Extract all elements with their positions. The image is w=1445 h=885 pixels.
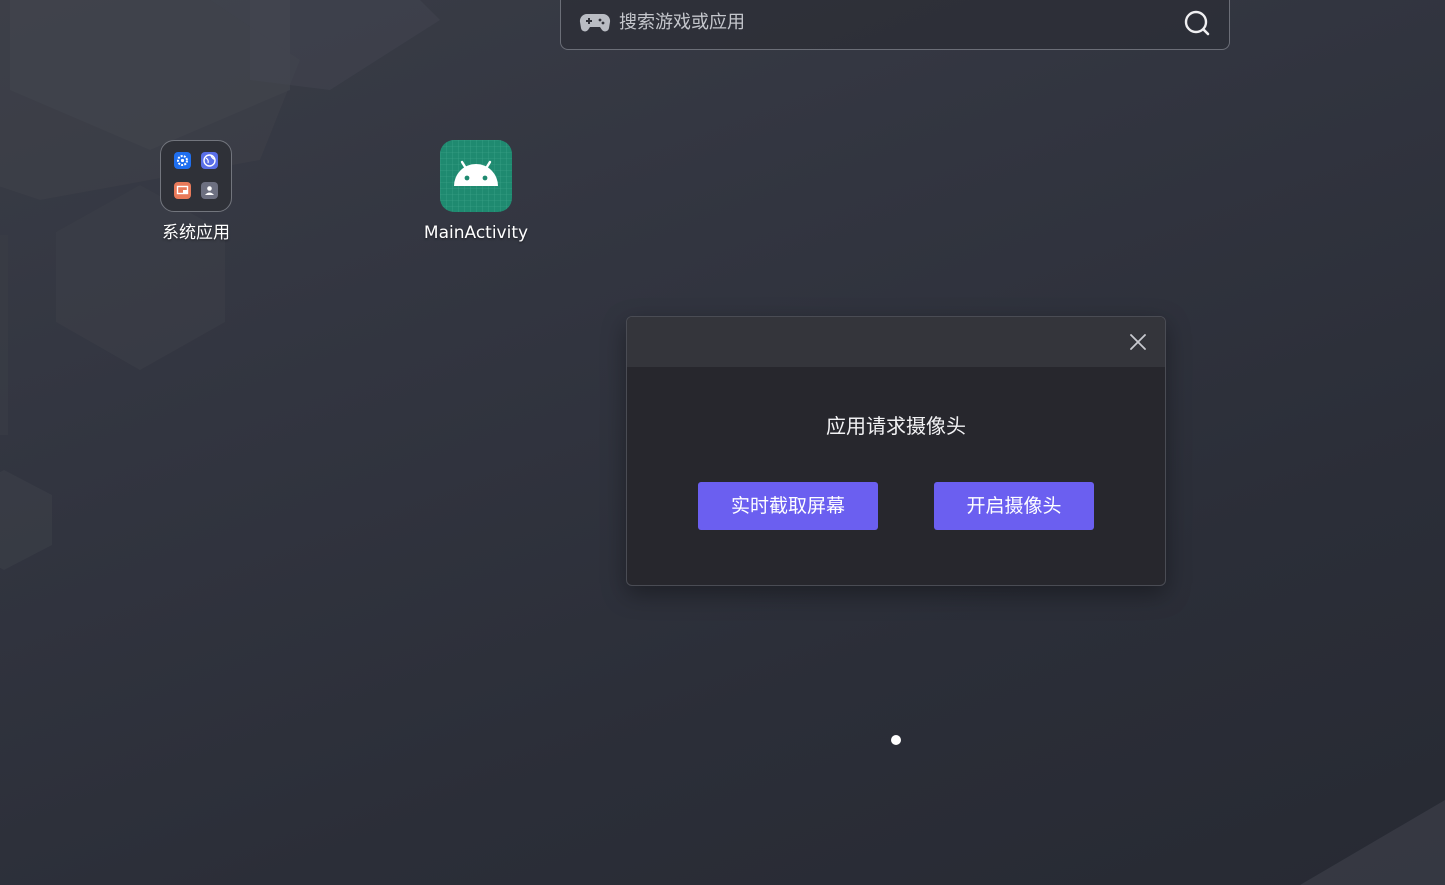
settings-icon xyxy=(174,152,191,169)
desktop-icon-mainactivity[interactable]: MainActivity xyxy=(416,140,536,244)
page-indicator-dot[interactable] xyxy=(891,735,901,745)
open-camera-button[interactable]: 开启摄像头 xyxy=(934,482,1094,530)
folder-icon[interactable] xyxy=(160,140,232,212)
dialog-header xyxy=(627,317,1165,367)
browser-icon xyxy=(201,152,218,169)
screen-capture-button[interactable]: 实时截取屏幕 xyxy=(698,482,878,530)
camera-permission-dialog: 应用请求摄像头 实时截取屏幕 开启摄像头 xyxy=(626,316,1166,586)
close-icon[interactable] xyxy=(1127,331,1149,353)
android-icon[interactable] xyxy=(440,140,512,212)
desktop-icon-system-apps[interactable]: 系统应用 xyxy=(136,140,256,244)
search-icon[interactable] xyxy=(1183,9,1211,37)
file-manager-icon xyxy=(174,182,191,199)
desktop-icon-label[interactable]: MainActivity xyxy=(416,222,536,244)
dialog-message: 应用请求摄像头 xyxy=(826,414,966,438)
contacts-icon xyxy=(201,182,218,199)
desktop-icon-label[interactable]: 系统应用 xyxy=(136,222,256,244)
search-bar[interactable]: 搜索游戏或应用 xyxy=(560,0,1230,50)
search-placeholder[interactable]: 搜索游戏或应用 xyxy=(619,11,745,35)
gamepad-icon xyxy=(579,13,611,32)
